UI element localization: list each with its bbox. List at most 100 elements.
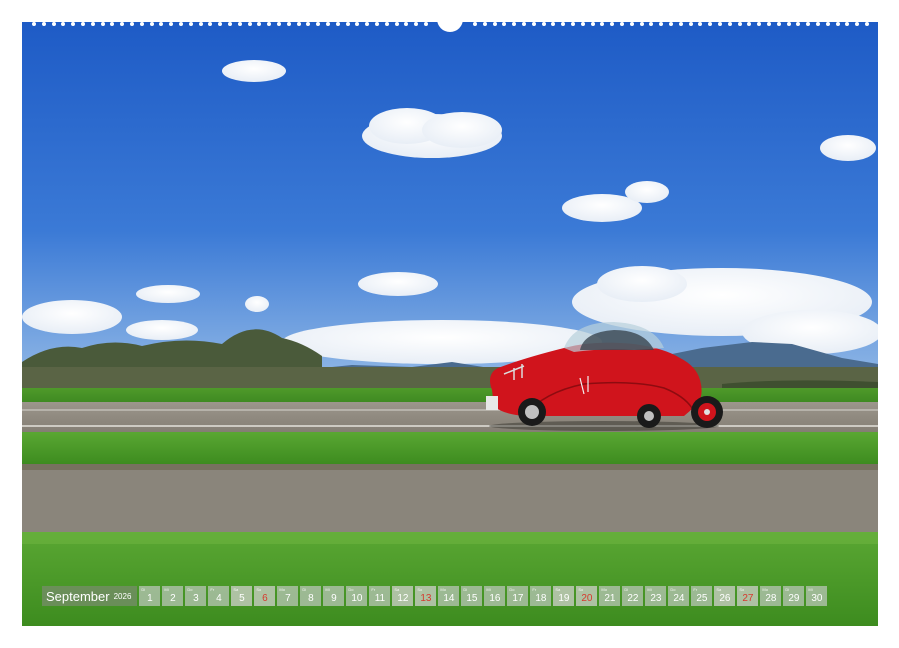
calendar-day: Fr 25 (691, 586, 713, 606)
binding-hole (355, 22, 360, 26)
calendar-day: So 13 (415, 586, 437, 606)
binding-hole (590, 22, 595, 26)
calendar-page: September 2026 Di 1 Mi 2 Do 3 Fr 4 Sa 5 So 6 Mo 7 Di 8 M… (0, 0, 899, 648)
binding-hole (218, 22, 223, 26)
day-number: 13 (420, 593, 432, 604)
binding-hole (120, 22, 125, 26)
binding-hole (796, 22, 801, 26)
day-number: 30 (811, 593, 823, 604)
weekday-abbr: Di (141, 587, 146, 592)
binding-hole (375, 22, 379, 26)
day-number: 4 (216, 593, 222, 604)
day-number: 16 (489, 593, 501, 604)
calendar-day: Mo 21 (599, 586, 621, 606)
calendar-day: Do 17 (507, 586, 529, 606)
month-year: 2026 (113, 591, 132, 601)
calendar-day: Do 3 (185, 586, 207, 606)
weekday-abbr: Do (509, 587, 515, 592)
calendar-day: Di 15 (461, 586, 483, 606)
binding-hole (296, 22, 301, 26)
month-label: September 2026 (42, 586, 138, 606)
weekday-abbr: Di (785, 587, 790, 592)
calendar-day: So 27 (737, 586, 759, 606)
calendar-day: Fr 18 (530, 586, 552, 606)
binding-hole (688, 22, 693, 26)
binding-hole (414, 22, 419, 26)
binding-hole (90, 22, 95, 26)
weekday-abbr: Do (348, 587, 354, 592)
calendar-day: Di 29 (783, 586, 805, 606)
binding-hole (776, 22, 781, 26)
calendar-day: Di 8 (300, 586, 322, 606)
day-number: 6 (262, 593, 268, 604)
day-number: 3 (193, 593, 199, 604)
weekday-abbr: Sa (394, 587, 400, 592)
calendar-day: Mi 23 (645, 586, 667, 606)
binding-hole (512, 22, 517, 26)
calendar-day: Do 10 (346, 586, 368, 606)
weekday-abbr: Mo (762, 587, 768, 592)
binding-hole (678, 22, 683, 26)
weekday-abbr: Mo (279, 587, 285, 592)
weekday-abbr: Sa (555, 587, 561, 592)
weekday-abbr: Mi (325, 587, 330, 592)
calendar-day: Sa 26 (714, 586, 736, 606)
calendar-day: Mi 9 (323, 586, 345, 606)
binding-hole (620, 22, 624, 26)
binding-hole (561, 22, 566, 26)
hanger-notch (437, 18, 463, 32)
calendar-day: So 20 (576, 586, 598, 606)
weekday-abbr: Di (463, 587, 468, 592)
binding-hole (110, 22, 115, 26)
binding-hole (531, 22, 536, 26)
calendar-month-bar: September 2026 Di 1 Mi 2 Do 3 Fr 4 Sa 5 So 6 Mo 7 Di 8 M… (42, 586, 829, 606)
calendar-day: Di 1 (139, 586, 161, 606)
binding-hole (32, 22, 36, 26)
binding-hole (81, 22, 85, 26)
binding-hole (159, 22, 164, 26)
day-number: 5 (239, 593, 245, 604)
binding-hole (257, 22, 262, 26)
binding-hole (365, 22, 370, 26)
binding-hole (825, 22, 830, 26)
binding-hole (198, 22, 203, 26)
weekday-abbr: Di (302, 587, 307, 592)
binding-hole (41, 22, 46, 26)
calendar-day: Sa 12 (392, 586, 414, 606)
day-number: 23 (650, 593, 662, 604)
binding-hole (139, 22, 144, 26)
calendar-day: So 6 (254, 586, 276, 606)
calendar-day: Fr 11 (369, 586, 391, 606)
day-number: 25 (696, 593, 708, 604)
day-number: 15 (466, 593, 478, 604)
day-number: 9 (331, 593, 337, 604)
weekday-abbr: So (578, 587, 584, 592)
day-number: 12 (397, 593, 409, 604)
day-number: 18 (535, 593, 547, 604)
binding-hole (522, 22, 526, 26)
binding-hole (835, 22, 840, 26)
binding-hole (394, 22, 399, 26)
day-number: 28 (765, 593, 777, 604)
binding-hole (718, 22, 722, 26)
binding-hole (208, 22, 213, 26)
calendar-day: Sa 5 (231, 586, 253, 606)
binding-hole (277, 22, 281, 26)
binding-hole (188, 22, 193, 26)
weekday-abbr: Di (624, 587, 629, 592)
binding-hole (502, 22, 507, 26)
binding-hole (404, 22, 409, 26)
weekday-abbr: Do (670, 587, 676, 592)
weekday-abbr: Sa (233, 587, 239, 592)
binding-hole (639, 22, 644, 26)
binding-hole (855, 22, 860, 26)
binding-hole (51, 22, 56, 26)
binding-hole (571, 22, 575, 26)
weekday-abbr: Mi (164, 587, 169, 592)
binding-hole (659, 22, 664, 26)
binding-hole (629, 22, 634, 26)
calendar-day: Mi 2 (162, 586, 184, 606)
day-number: 29 (788, 593, 800, 604)
binding-hole (169, 22, 174, 26)
binding-hole (473, 22, 477, 26)
